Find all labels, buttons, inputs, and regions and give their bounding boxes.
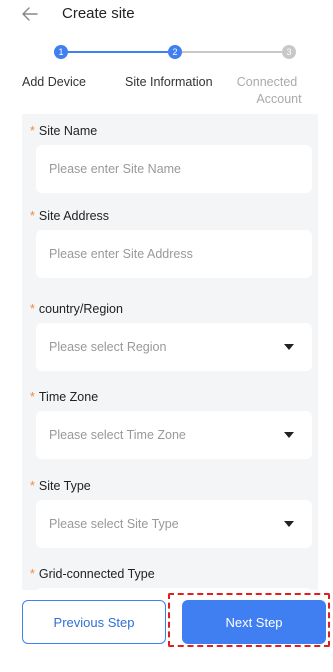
dropdown-caret-icon xyxy=(284,521,294,527)
step-1-indicator: 1 xyxy=(54,45,68,59)
site-type-label: * Site Type xyxy=(30,479,91,493)
page-title: Create site xyxy=(62,5,135,22)
site-type-select[interactable]: Please select Site Type xyxy=(36,500,312,548)
region-select[interactable]: Please select Region xyxy=(36,323,312,371)
previous-step-button[interactable]: Previous Step xyxy=(22,600,166,644)
dropdown-caret-icon xyxy=(284,432,294,438)
step-1-label: Add Device xyxy=(22,75,86,89)
top-bar: Create site xyxy=(0,0,333,34)
step-3-indicator: 3 xyxy=(282,45,296,59)
dropdown-caret-icon xyxy=(284,344,294,350)
time-zone-select[interactable]: Please select Time Zone xyxy=(36,411,312,459)
progress-stepper: 1 2 3 Add Device Site Information Connec… xyxy=(0,40,333,110)
site-information-form: * Site Name Please enter Site Name * Site … xyxy=(22,114,318,614)
stepper-line-pending xyxy=(182,51,282,53)
site-address-input[interactable]: Please enter Site Address xyxy=(36,230,312,278)
next-step-button[interactable]: Next Step xyxy=(182,600,326,644)
arrow-left-icon xyxy=(22,7,38,21)
bottom-action-bar: Previous Step Next Step xyxy=(0,590,333,672)
step-2-indicator: 2 xyxy=(168,45,182,59)
site-name-label: * Site Name xyxy=(30,124,98,138)
step-2-label: Site Information xyxy=(125,75,213,89)
region-label: * country/Region xyxy=(30,302,123,316)
site-address-label: * Site Address xyxy=(30,209,110,223)
grid-connected-type-label: * Grid-connected Type xyxy=(30,567,155,581)
back-button[interactable] xyxy=(22,2,42,26)
time-zone-label: * Time Zone xyxy=(30,390,99,404)
stepper-line-completed xyxy=(68,51,168,53)
step-3-label: Connected Account xyxy=(236,75,302,106)
site-name-input[interactable]: Please enter Site Name xyxy=(36,145,312,193)
